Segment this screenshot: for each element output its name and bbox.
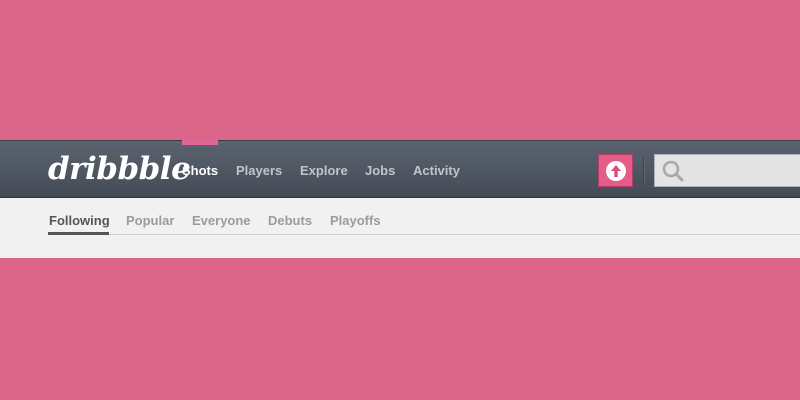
subnav-following[interactable]: Following (49, 213, 110, 228)
subnav-playoffs[interactable]: Playoffs (330, 213, 381, 228)
nav-players[interactable]: Players (236, 163, 282, 178)
nav-activity[interactable]: Activity (413, 163, 460, 178)
nav-explore[interactable]: Explore (300, 163, 348, 178)
search-input[interactable] (689, 159, 800, 185)
upload-arrow-icon (605, 160, 626, 181)
top-navbar: dribbble Shots Players Explore Jobs Acti… (0, 140, 800, 198)
nav-jobs[interactable]: Jobs (365, 163, 395, 178)
active-tab-indicator (182, 140, 218, 145)
upload-button[interactable] (598, 154, 633, 187)
subnav-everyone[interactable]: Everyone (192, 213, 251, 228)
nav-divider (643, 157, 645, 183)
subnav-baseline (48, 234, 800, 235)
search-icon (662, 160, 684, 182)
subnav-debuts[interactable]: Debuts (268, 213, 312, 228)
subnav-active-underline (48, 232, 109, 235)
subnav-popular[interactable]: Popular (126, 213, 174, 228)
nav-shots[interactable]: Shots (182, 163, 218, 178)
search-box[interactable] (654, 154, 800, 187)
sub-navbar: Following Popular Everyone Debuts Playof… (0, 198, 800, 258)
dribbble-logo[interactable]: dribbble (48, 151, 191, 187)
